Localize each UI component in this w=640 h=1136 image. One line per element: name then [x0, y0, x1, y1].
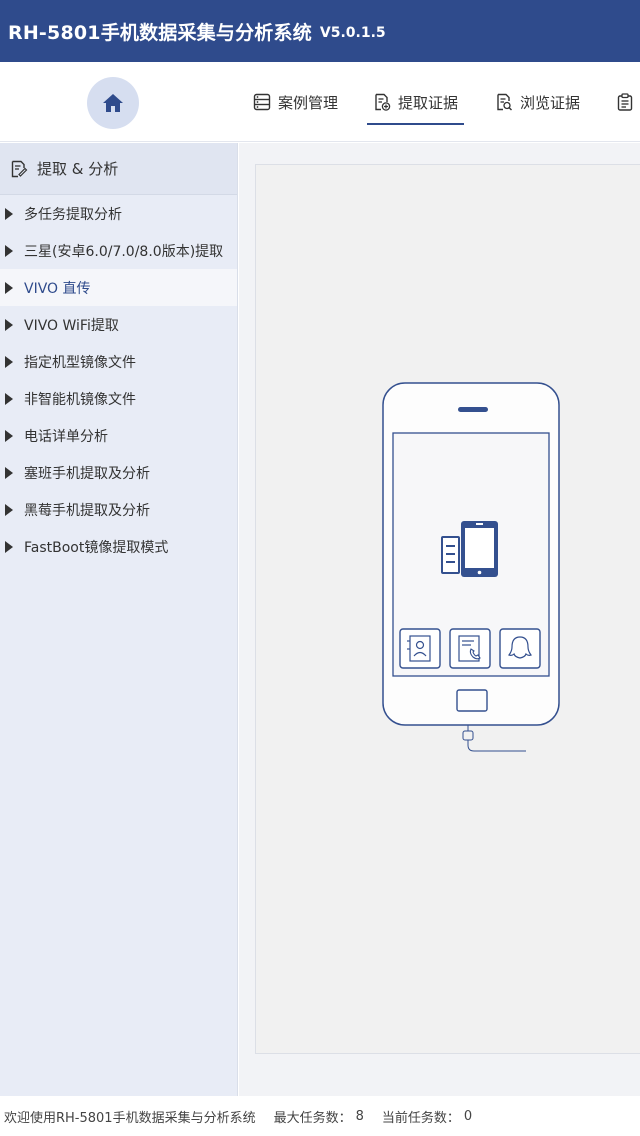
- sidebar-item-label: FastBoot镜像提取模式: [24, 539, 169, 556]
- expand-arrow-icon: [5, 244, 13, 257]
- extract-evidence-icon: [373, 93, 391, 111]
- contacts-icon: [399, 628, 441, 669]
- tab-case-management[interactable]: 案例管理: [253, 62, 338, 142]
- expand-arrow-icon: [5, 318, 13, 331]
- sidebar-item-label: 指定机型镜像文件: [24, 354, 136, 371]
- sidebar-item-label: 多任务提取分析: [24, 206, 122, 223]
- sidebar-item-label: 电话详单分析: [24, 428, 108, 445]
- qq-icon: [499, 628, 541, 669]
- phone-illustration: [382, 382, 560, 752]
- sidebar-item-samsung[interactable]: 三星(安卓6.0/7.0/8.0版本)提取: [0, 232, 237, 269]
- sidebar-item-blackberry[interactable]: 黑莓手机提取及分析: [0, 491, 237, 528]
- sidebar-item-label: 黑莓手机提取及分析: [24, 502, 150, 519]
- expand-arrow-icon: [5, 429, 13, 442]
- sidebar-list: 多任务提取分析 三星(安卓6.0/7.0/8.0版本)提取 VIVO 直传 VI…: [0, 195, 237, 565]
- main-content: [239, 143, 640, 1096]
- sidebar-item-label: 非智能机镜像文件: [24, 391, 136, 408]
- sidebar-item-label: VIVO 直传: [24, 280, 91, 297]
- sidebar-item-multitask[interactable]: 多任务提取分析: [0, 195, 237, 232]
- expand-arrow-icon: [5, 392, 13, 405]
- status-bar: 欢迎使用RH-5801手机数据采集与分析系统 最大任务数： 8 当前任务数： 0: [0, 1096, 640, 1136]
- expand-arrow-icon: [5, 207, 13, 220]
- title-bar: RH-5801手机数据采集与分析系统 V5.0.1.5: [0, 0, 640, 62]
- tab-label: 浏览证据: [520, 93, 581, 112]
- home-icon: [103, 94, 123, 112]
- sidebar-item-symbian[interactable]: 塞班手机提取及分析: [0, 454, 237, 491]
- expand-arrow-icon: [5, 540, 13, 553]
- sidebar-item-label: VIVO WiFi提取: [24, 317, 119, 334]
- call-log-icon: [449, 628, 491, 669]
- usb-plug-icon: [462, 725, 526, 752]
- max-tasks-value: 8: [355, 1108, 364, 1124]
- tab-report[interactable]: [616, 62, 640, 142]
- sidebar-header: 提取 & 分析: [0, 143, 237, 195]
- top-nav: 案例管理 提取证据 浏览证据: [0, 62, 640, 142]
- tab-extract-evidence[interactable]: 提取证据: [366, 62, 465, 142]
- expand-arrow-icon: [5, 466, 13, 479]
- tab-browse-evidence[interactable]: 浏览证据: [495, 62, 580, 142]
- sidebar-item-fastboot[interactable]: FastBoot镜像提取模式: [0, 528, 237, 565]
- sidebar-item-call-record[interactable]: 电话详单分析: [0, 417, 237, 454]
- sidebar-item-model-image[interactable]: 指定机型镜像文件: [0, 343, 237, 380]
- expand-arrow-icon: [5, 281, 13, 294]
- current-tasks-value: 0: [463, 1108, 473, 1124]
- sidebar: 提取 & 分析 多任务提取分析 三星(安卓6.0/7.0/8.0版本)提取 VI…: [0, 143, 238, 1096]
- sidebar-header-label: 提取 & 分析: [37, 160, 119, 178]
- extract-analyze-icon: [10, 160, 28, 178]
- tab-label: 提取证据: [398, 93, 459, 112]
- app-title: RH-5801手机数据采集与分析系统: [8, 21, 312, 44]
- max-tasks-label: 最大任务数：: [273, 1110, 352, 1126]
- clipboard-icon: [616, 93, 634, 111]
- current-tasks-label: 当前任务数：: [381, 1110, 460, 1126]
- sidebar-item-vivo-wifi[interactable]: VIVO WiFi提取: [0, 306, 237, 343]
- sidebar-item-label: 三星(安卓6.0/7.0/8.0版本)提取: [24, 243, 224, 260]
- extraction-panel: [255, 164, 640, 1054]
- sidebar-item-feature-phone-image[interactable]: 非智能机镜像文件: [0, 380, 237, 417]
- expand-arrow-icon: [5, 503, 13, 516]
- home-button[interactable]: [87, 77, 139, 129]
- sidebar-item-label: 塞班手机提取及分析: [24, 465, 150, 482]
- browse-evidence-icon: [495, 93, 513, 111]
- tab-label: 案例管理: [278, 93, 339, 112]
- app-version: V5.0.1.5: [319, 24, 386, 41]
- sidebar-item-vivo-direct[interactable]: VIVO 直传: [0, 269, 237, 306]
- expand-arrow-icon: [5, 355, 13, 368]
- case-list-icon: [253, 93, 271, 111]
- status-welcome: 欢迎使用RH-5801手机数据采集与分析系统: [4, 1110, 256, 1126]
